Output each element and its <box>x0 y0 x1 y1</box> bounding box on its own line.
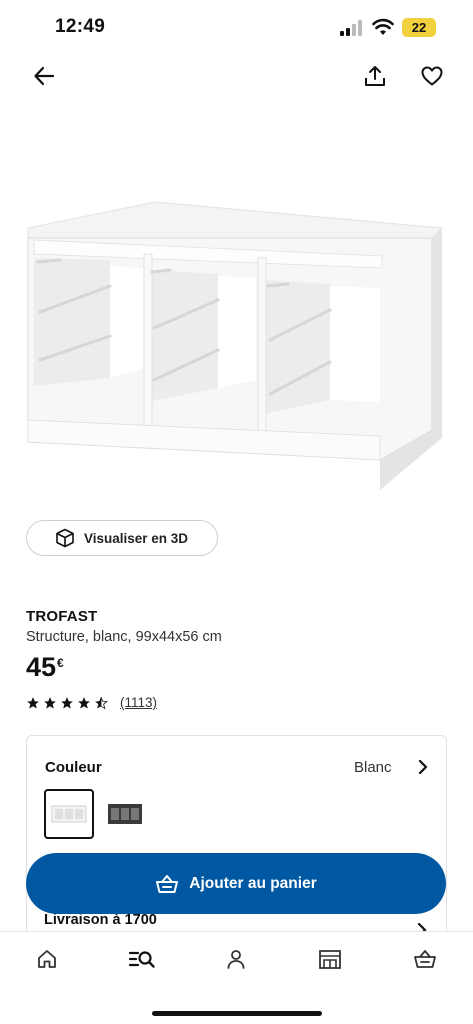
view-in-3d-button[interactable]: Visualiser en 3D <box>26 520 218 556</box>
star-icon <box>27 696 39 709</box>
product-image <box>27 201 444 490</box>
half-star-icon <box>95 696 108 709</box>
price-currency: € <box>57 656 64 670</box>
bottom-tab-bar <box>0 931 473 1024</box>
color-swatch-dark-grey[interactable] <box>100 789 150 839</box>
trofast-dark-thumbnail <box>108 804 142 824</box>
add-to-cart-label: Ajouter au panier <box>189 874 317 892</box>
star-icon <box>44 696 56 709</box>
battery-indicator: 22 <box>402 18 436 37</box>
tab-home[interactable] <box>33 946 61 972</box>
color-swatch-white[interactable] <box>44 789 94 839</box>
heart-icon <box>421 66 443 86</box>
favorite-button[interactable] <box>416 60 448 92</box>
wifi-icon <box>372 18 394 35</box>
share-button[interactable] <box>359 60 391 92</box>
cube-icon <box>56 528 74 548</box>
home-indicator <box>152 1011 322 1016</box>
review-count-link[interactable]: (1113) <box>120 695 157 710</box>
view-in-3d-label: Visualiser en 3D <box>84 530 189 546</box>
star-icon <box>61 696 73 709</box>
color-selected-value: Blanc <box>354 759 392 776</box>
tab-search[interactable] <box>128 946 156 972</box>
product-price: 45 € <box>26 652 64 683</box>
profile-icon <box>227 950 245 969</box>
arrow-left-icon <box>34 66 55 86</box>
search-list-icon <box>128 951 155 968</box>
tab-store[interactable] <box>316 946 344 972</box>
cellular-signal-icon <box>340 20 362 36</box>
tab-profile[interactable] <box>222 946 250 972</box>
price-value: 45 <box>26 652 57 682</box>
product-description: Structure, blanc, 99x44x56 cm <box>26 629 222 645</box>
chevron-right-icon <box>418 759 428 775</box>
product-rating[interactable]: (1113) <box>26 695 157 710</box>
delivery-label[interactable]: Livraison à 1700 <box>44 912 157 928</box>
basket-icon <box>156 874 179 893</box>
back-button[interactable] <box>28 60 60 92</box>
basket-icon <box>414 950 436 968</box>
color-title: Couleur <box>45 759 102 776</box>
screen: 12:49 22 Visualiser en 3D TROFAST Struct… <box>0 0 473 1024</box>
status-time: 12:49 <box>55 16 106 37</box>
store-icon <box>319 950 341 969</box>
trofast-white-thumbnail <box>51 805 87 823</box>
add-to-cart-button[interactable]: Ajouter au panier <box>26 853 446 914</box>
home-icon <box>38 950 56 968</box>
status-bar: 12:49 22 <box>0 0 473 56</box>
product-name: TROFAST <box>26 608 98 625</box>
tab-cart[interactable] <box>411 946 439 972</box>
star-icon <box>78 696 90 709</box>
share-icon <box>365 66 385 86</box>
